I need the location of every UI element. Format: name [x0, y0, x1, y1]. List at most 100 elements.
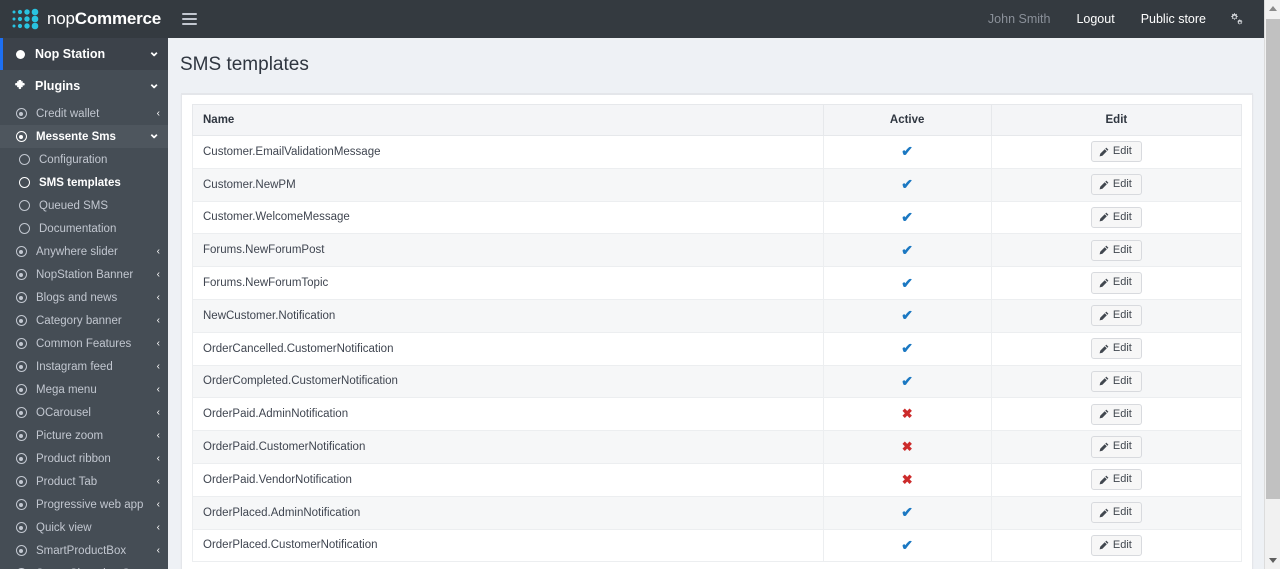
radio-dot-icon: [13, 292, 29, 303]
sidebar-item-label: NopStation Banner: [36, 268, 134, 281]
radio-dot-icon: [13, 476, 29, 487]
sidebar-item-ocarousel[interactable]: OCarousel ‹: [0, 401, 168, 424]
sidebar-item-category-banner[interactable]: Category banner ‹: [0, 309, 168, 332]
edit-button[interactable]: Edit: [1090, 305, 1142, 327]
check-icon: ✔: [901, 307, 914, 324]
scroll-down-arrow-icon[interactable]: [1265, 552, 1280, 569]
edit-button[interactable]: Edit: [1090, 272, 1142, 294]
brand-name-light: nop: [47, 9, 75, 28]
table-row: Customer.WelcomeMessage ✔ Edit: [192, 200, 1243, 235]
cell-edit-action: Edit: [990, 462, 1243, 497]
sidebar-item-label: Configuration: [39, 153, 108, 166]
edit-button-label: Edit: [1112, 210, 1132, 223]
pencil-icon: [1099, 245, 1109, 255]
edit-button[interactable]: Edit: [1090, 403, 1142, 425]
chevron-left-icon: ‹: [156, 407, 160, 418]
brand-name-bold: Commerce: [74, 9, 162, 28]
sidebar-item-nop-station[interactable]: Nop Station ⌄: [0, 38, 168, 70]
cell-template-name: OrderCancelled.CustomerNotification: [192, 331, 824, 366]
sidebar-item-sms-templates[interactable]: SMS templates: [0, 171, 168, 194]
sidebar-item-blogs-and-news[interactable]: Blogs and news ‹: [0, 286, 168, 309]
cell-edit-action: Edit: [990, 364, 1243, 399]
circle-filled-icon: [12, 49, 28, 59]
sidebar-item-common-features[interactable]: Common Features ‹: [0, 332, 168, 355]
settings-button[interactable]: [1219, 0, 1256, 38]
sidebar-item-credit-wallet[interactable]: Credit wallet ‹: [0, 102, 168, 125]
cell-template-name: Customer.EmailValidationMessage: [192, 135, 824, 169]
edit-button[interactable]: Edit: [1090, 206, 1142, 229]
cell-template-name: OrderCompleted.CustomerNotification: [192, 364, 824, 399]
edit-button-label: Edit: [1112, 178, 1132, 191]
edit-button[interactable]: Edit: [1090, 239, 1142, 261]
cell-template-name: NewCustomer.Notification: [192, 298, 824, 333]
sidebar-item-documentation[interactable]: Documentation: [0, 217, 168, 240]
edit-button[interactable]: Edit: [1090, 436, 1142, 458]
chevron-left-icon: ‹: [156, 476, 160, 487]
edit-button[interactable]: Edit: [1090, 469, 1142, 491]
sidebar-item-plugins[interactable]: Plugins ⌄: [0, 70, 168, 102]
sidebar-item-mega-menu[interactable]: Mega menu ‹: [0, 378, 168, 401]
pencil-icon: [1099, 344, 1109, 354]
cell-active-status: ✔: [822, 331, 992, 366]
column-header-name: Name: [192, 104, 824, 136]
table-row: OrderPaid.AdminNotification ✖ Edit: [192, 397, 1243, 432]
cell-active-status: ✔: [822, 495, 992, 530]
sidebar-item-anywhere-slider[interactable]: Anywhere slider ‹: [0, 240, 168, 263]
sidebar-item-smart-shopping-cart[interactable]: Smart Shopping Cart‹: [0, 562, 168, 569]
edit-button-label: Edit: [1112, 276, 1132, 289]
pencil-icon: [1099, 278, 1109, 288]
edit-button[interactable]: Edit: [1090, 370, 1142, 393]
edit-button[interactable]: Edit: [1090, 534, 1142, 557]
cell-active-status: ✔: [822, 266, 992, 300]
page-scrollbar[interactable]: [1264, 0, 1280, 569]
sidebar-toggle-button[interactable]: [168, 0, 210, 38]
radio-dot-icon: [13, 499, 29, 510]
edit-button[interactable]: Edit: [1090, 338, 1142, 360]
sidebar-item-label: Credit wallet: [36, 107, 100, 120]
table-body: Customer.EmailValidationMessage ✔ Edit Cust…: [192, 135, 1243, 563]
nopcommerce-dots-logo-icon: [12, 8, 39, 30]
sidebar-navigation[interactable]: Nop Station ⌄ Plugins ⌄ Credit wallet ‹ Messen…: [0, 38, 168, 569]
brand-logo[interactable]: nopCommerce: [0, 0, 168, 38]
radio-dot-icon: [13, 545, 29, 556]
sidebar-item-label: Picture zoom: [36, 429, 104, 442]
cell-edit-action: Edit: [990, 331, 1243, 366]
edit-button-label: Edit: [1112, 473, 1132, 486]
cell-active-status: ✔: [822, 135, 992, 169]
cross-icon: ✖: [901, 471, 913, 487]
sidebar-item-label: Anywhere slider: [36, 245, 118, 258]
radio-dot-icon: [13, 384, 29, 395]
sidebar-item-label: OCarousel: [36, 406, 91, 419]
chevron-left-icon: ‹: [156, 338, 160, 349]
scroll-up-arrow-icon[interactable]: [1265, 0, 1280, 17]
sidebar-item-label: Nop Station: [35, 47, 106, 61]
top-navigation-links: John Smith Logout Public store: [975, 0, 1264, 38]
sidebar-item-messente-sms[interactable]: Messente Sms ⌄: [0, 125, 168, 148]
sidebar-item-configuration[interactable]: Configuration: [0, 148, 168, 171]
sidebar-item-product-tab[interactable]: Product Tab ‹: [0, 470, 168, 493]
logout-link[interactable]: Logout: [1063, 0, 1127, 38]
public-store-link[interactable]: Public store: [1128, 0, 1219, 38]
sidebar-item-smartproductbox[interactable]: SmartProductBox ‹: [0, 539, 168, 562]
sidebar-item-label: Mega menu: [36, 383, 97, 396]
circle-outline-icon: [16, 154, 32, 165]
edit-button[interactable]: Edit: [1090, 141, 1142, 163]
sidebar-item-label: Instagram feed: [36, 360, 113, 373]
edit-button[interactable]: Edit: [1090, 174, 1142, 196]
sidebar-item-product-ribbon[interactable]: Product ribbon ‹: [0, 447, 168, 470]
sidebar-item-quick-view[interactable]: Quick view ‹: [0, 516, 168, 539]
column-header-edit: Edit: [990, 104, 1243, 136]
cell-active-status: ✔: [822, 200, 992, 235]
edit-button[interactable]: Edit: [1090, 502, 1142, 524]
scrollbar-thumb[interactable]: [1266, 19, 1280, 499]
cell-active-status: ✖: [822, 397, 992, 432]
sidebar-item-instagram-feed[interactable]: Instagram feed ‹: [0, 355, 168, 378]
column-header-active: Active: [822, 104, 992, 136]
chevron-left-icon: ‹: [156, 522, 160, 533]
sidebar-item-picture-zoom[interactable]: Picture zoom ‹: [0, 424, 168, 447]
sidebar-item-progressive-web-app[interactable]: Progressive web app ‹: [0, 493, 168, 516]
sidebar-item-label: Product Tab: [36, 475, 98, 488]
sidebar-item-nopstation-banner[interactable]: NopStation Banner ‹: [0, 263, 168, 286]
table-row: Customer.NewPM ✔ Edit: [192, 167, 1243, 202]
sidebar-item-queued-sms[interactable]: Queued SMS: [0, 194, 168, 217]
